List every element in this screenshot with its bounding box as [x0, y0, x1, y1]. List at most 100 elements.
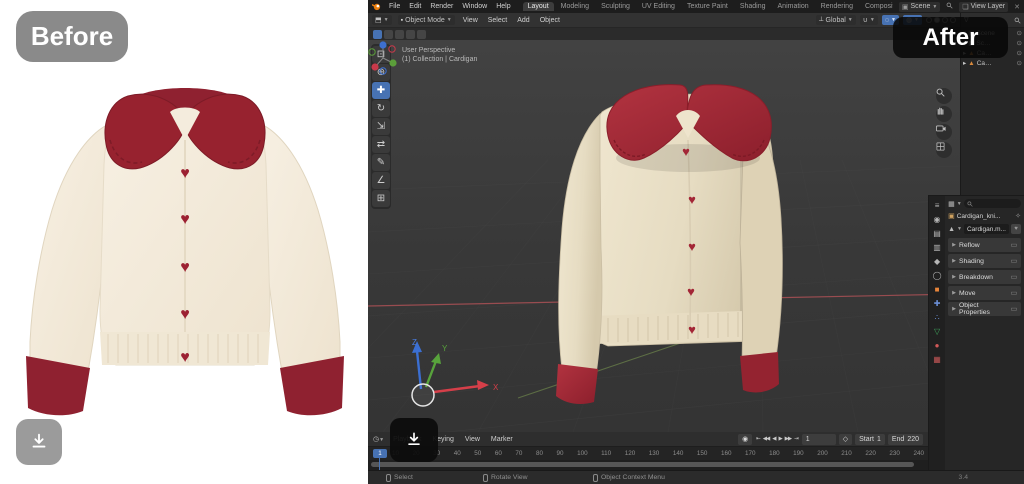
fake-user-icon[interactable]: ♥	[1011, 224, 1021, 234]
menu-render[interactable]: Render	[428, 3, 455, 10]
next-keyframe-button[interactable]: ▶▶	[784, 436, 793, 442]
timeline-scrollbar[interactable]	[368, 460, 928, 470]
object-data-properties-tab[interactable]: ▽	[934, 328, 940, 336]
blender-version: 3.4	[958, 474, 968, 481]
rotate-tool-icon[interactable]: ↻	[372, 100, 390, 117]
tool-settings-toggle-2[interactable]	[384, 29, 393, 39]
navigation-gizmo[interactable]	[368, 40, 398, 76]
outliner-row[interactable]: ▸▲Ca… ⊙	[961, 58, 1024, 68]
tab-rendering[interactable]: Rendering	[816, 2, 858, 11]
scene-selector[interactable]: ▣ Scene ▼	[898, 1, 941, 12]
frame-start-field[interactable]: Start 1	[855, 433, 885, 445]
texture-properties-tab[interactable]: ▦	[933, 356, 941, 364]
output-properties-tab[interactable]: ▤	[933, 230, 941, 238]
move-tool-icon[interactable]: ✚	[372, 82, 390, 99]
download-after-button[interactable]	[390, 418, 438, 462]
play-reverse-button[interactable]: ◀	[771, 436, 776, 442]
scrollbar-thumb[interactable]	[371, 462, 914, 467]
section-breakdown[interactable]: ▶ Breakdown ▭	[948, 270, 1021, 284]
zoom-view-button[interactable]	[936, 88, 952, 104]
particles-properties-tab[interactable]: ∴	[934, 314, 939, 322]
render-properties-tab[interactable]: ◉	[934, 216, 941, 224]
menu-help[interactable]: Help	[494, 3, 512, 10]
camera-visibility-icon[interactable]: ⊙	[1017, 39, 1022, 47]
tab-shading[interactable]: Shading	[735, 2, 771, 11]
pin-icon[interactable]: ✧	[1015, 212, 1021, 220]
camera-visibility-icon[interactable]: ⊙	[1017, 49, 1022, 57]
menu-file[interactable]: File	[387, 3, 402, 10]
cardigan-3d-model[interactable]: ♥ ♥ ♥ ♥ ♥	[540, 78, 840, 408]
tab-texture-paint[interactable]: Texture Paint	[682, 2, 733, 11]
viewport-menu-object[interactable]: Object	[538, 17, 562, 24]
viewport-menu-select[interactable]: Select	[486, 17, 509, 24]
measure-tool-icon[interactable]: ∠	[372, 172, 390, 189]
view-layer-name: View Layer	[970, 3, 1006, 10]
tab-compositing[interactable]: Compositing	[860, 2, 893, 11]
tool-settings-toggle-4[interactable]	[406, 29, 415, 39]
editor-type-button[interactable]: ⬒ ▼	[372, 15, 392, 25]
play-button[interactable]: ▶	[777, 436, 782, 442]
object-properties-tab[interactable]: ■	[935, 286, 940, 294]
properties-search-input[interactable]	[963, 199, 1021, 208]
camera-visibility-icon[interactable]: ⊙	[1017, 29, 1022, 37]
current-frame-pill[interactable]: 1	[373, 449, 387, 458]
download-before-button[interactable]	[16, 419, 62, 465]
frame-ticks: 1020304050607080901001101201301401501601…	[368, 450, 928, 457]
data-name-field[interactable]: Cardigan.m...	[963, 224, 1009, 234]
search-icon[interactable]	[1014, 17, 1021, 24]
menu-edit[interactable]: Edit	[407, 3, 423, 10]
scene-properties-tab[interactable]: ◆	[934, 258, 940, 266]
mesh-data-icon: ▲	[948, 225, 956, 233]
editor-type-button[interactable]: ◷▼	[373, 435, 384, 443]
transform-tool-icon[interactable]: ⇄	[372, 136, 390, 153]
section-label: Breakdown	[958, 273, 993, 281]
world-properties-tab[interactable]: ◯	[933, 272, 942, 280]
camera-view-button[interactable]	[936, 124, 952, 140]
viewport-menu-add[interactable]: Add	[515, 17, 531, 24]
jump-end-button[interactable]: ⇥	[793, 436, 799, 442]
add-cube-tool-icon[interactable]: ⊞	[372, 190, 390, 207]
frame-end-field[interactable]: End 220	[887, 433, 923, 445]
viewport-menu-view[interactable]: View	[461, 17, 480, 24]
section-shading[interactable]: ▶ Shading ▭	[948, 254, 1021, 268]
scale-tool-icon[interactable]: ⇲	[372, 118, 390, 135]
tab-modeling[interactable]: Modeling	[556, 2, 594, 11]
tool-properties-tab[interactable]: ≡	[935, 202, 940, 210]
section-options-icon: ▭	[1010, 242, 1017, 249]
tab-layout[interactable]: Layout	[522, 2, 554, 11]
section-move[interactable]: ▶ Move ▭	[948, 286, 1021, 300]
orientation-dropdown[interactable]: ⟂ Global ▼	[815, 15, 856, 25]
pan-view-button[interactable]	[936, 106, 952, 122]
tool-settings-toggle-1[interactable]	[373, 29, 382, 39]
modifiers-properties-tab[interactable]: ✚	[934, 300, 941, 308]
close-icon[interactable]: ✕	[1014, 3, 1020, 11]
timeline-menu-view[interactable]: View	[463, 436, 482, 443]
toggle-perspective-button[interactable]	[936, 142, 952, 158]
expand-icon[interactable]: ▸	[963, 59, 966, 67]
tab-uv-editing[interactable]: UV Editing	[637, 2, 680, 11]
tab-animation[interactable]: Animation	[773, 2, 814, 11]
snap-toggle[interactable]: ∪ ▼	[859, 15, 878, 25]
tab-sculpting[interactable]: Sculpting	[596, 2, 635, 11]
timeline-ruler[interactable]: 1 10203040506070809010011012013014015016…	[368, 447, 928, 474]
timeline-menu-marker[interactable]: Marker	[489, 436, 515, 443]
section-object-properties[interactable]: ▶ Object Properties ▭	[948, 302, 1021, 316]
section-reflow[interactable]: ▶ Reflow ▭	[948, 238, 1021, 252]
tool-settings-toggle-5[interactable]	[417, 29, 426, 39]
annotate-tool-icon[interactable]: ✎	[372, 154, 390, 171]
menu-window[interactable]: Window	[460, 3, 489, 10]
viewport-canvas[interactable]: ♥ ♥ ♥ ♥ ♥ Z Y X User Perspective (1) Col…	[368, 40, 960, 432]
tool-settings-toggle-3[interactable]	[395, 29, 404, 39]
jump-start-button[interactable]: ⇤	[755, 436, 761, 442]
prev-keyframe-button[interactable]: ◀◀	[762, 436, 771, 442]
keyframe-icon-button[interactable]: ◇	[838, 433, 853, 445]
editor-type-icon[interactable]: ▦	[948, 200, 955, 208]
mode-dropdown[interactable]: ▪ Object Mode ▼	[397, 15, 455, 25]
current-frame-field[interactable]: 1	[801, 433, 836, 445]
auto-keying-button[interactable]: ◉	[738, 433, 753, 445]
view-layer-selector[interactable]: ❏ View Layer	[959, 1, 1009, 12]
search-icon[interactable]	[946, 2, 953, 11]
camera-visibility-icon[interactable]: ⊙	[1017, 59, 1022, 67]
view-layer-properties-tab[interactable]: ▥	[933, 244, 941, 252]
physics-properties-tab[interactable]: ●	[935, 342, 940, 350]
